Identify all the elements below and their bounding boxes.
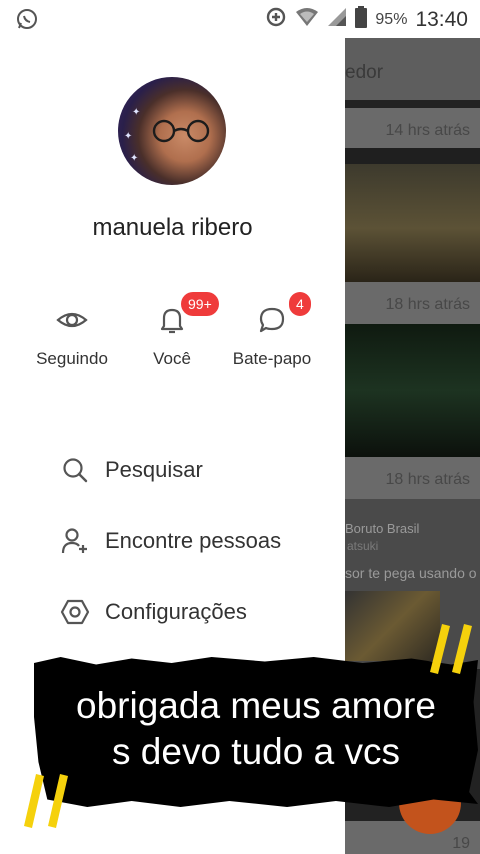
avatar[interactable]: ✦ ✦ ✦ — [118, 77, 226, 185]
tab-label: Bate-papo — [232, 349, 312, 368]
menu-item-encontre-pessoas[interactable]: Encontre pessoas — [60, 521, 281, 561]
eye-icon — [17, 303, 127, 337]
caption-line: obrigada meus amore — [76, 685, 436, 726]
feed-header-text: edor — [345, 62, 384, 83]
video-thumbnail[interactable] — [345, 148, 480, 282]
menu-item-label: Pesquisar — [105, 457, 203, 482]
quote-mark-icon — [430, 624, 472, 674]
menu-item-configuracoes[interactable]: Configurações — [60, 592, 247, 632]
star-icon: ✦ — [124, 131, 133, 142]
battery-icon — [355, 6, 368, 33]
star-icon: ✦ — [130, 153, 139, 164]
menu-item-pesquisar[interactable]: Pesquisar — [60, 450, 203, 490]
glasses-icon — [152, 119, 210, 143]
tab-label: Você — [153, 349, 191, 368]
card-description: sor te pega usando o — [345, 565, 477, 581]
battery-percent: 95% — [375, 10, 408, 28]
card-subtitle: atsuki — [347, 539, 379, 553]
status-bar: 95% 13:40 — [0, 0, 480, 38]
whatsapp-icon — [16, 8, 38, 35]
quote-mark-icon — [24, 774, 68, 828]
chat-badge: 4 — [289, 292, 311, 316]
caption-text: obrigada meus amore s devo tudo a vcs — [34, 683, 478, 775]
username[interactable]: manuela ribero — [0, 214, 345, 242]
caption-line: s devo tudo a vcs — [112, 731, 400, 772]
menu-item-label: Encontre pessoas — [105, 528, 282, 553]
tab-bate-papo[interactable]: 4 Bate-papo — [217, 292, 327, 369]
add-person-icon — [60, 526, 90, 556]
notification-badge: 99+ — [181, 292, 219, 316]
search-icon — [60, 455, 90, 485]
star-icon: ✦ — [132, 107, 141, 118]
feed-header: edor — [345, 38, 480, 100]
signal-icon — [327, 7, 347, 32]
menu-item-label: Configurações — [105, 599, 247, 624]
feed-timestamp: 14 hrs atrás — [345, 108, 480, 152]
card-title: Boruto Brasil — [345, 521, 420, 536]
wifi-icon — [295, 7, 319, 32]
tab-seguindo[interactable]: Seguindo — [17, 303, 127, 369]
drawer-tabs: Seguindo 99+ Você 4 Bate-papo — [0, 292, 345, 383]
video-thumbnail[interactable] — [345, 324, 480, 457]
settings-hexagon-icon — [60, 597, 90, 627]
tab-label: Seguindo — [36, 349, 108, 368]
clock: 13:40 — [415, 7, 468, 31]
feed-timestamp: 18 hrs atrás — [345, 457, 480, 501]
tab-voce[interactable]: 99+ Você — [117, 292, 227, 369]
feed-timestamp: 18 hrs atrás — [345, 282, 480, 326]
data-saver-icon — [265, 6, 287, 33]
caption-overlay: obrigada meus amore s devo tudo a vcs — [34, 647, 478, 809]
